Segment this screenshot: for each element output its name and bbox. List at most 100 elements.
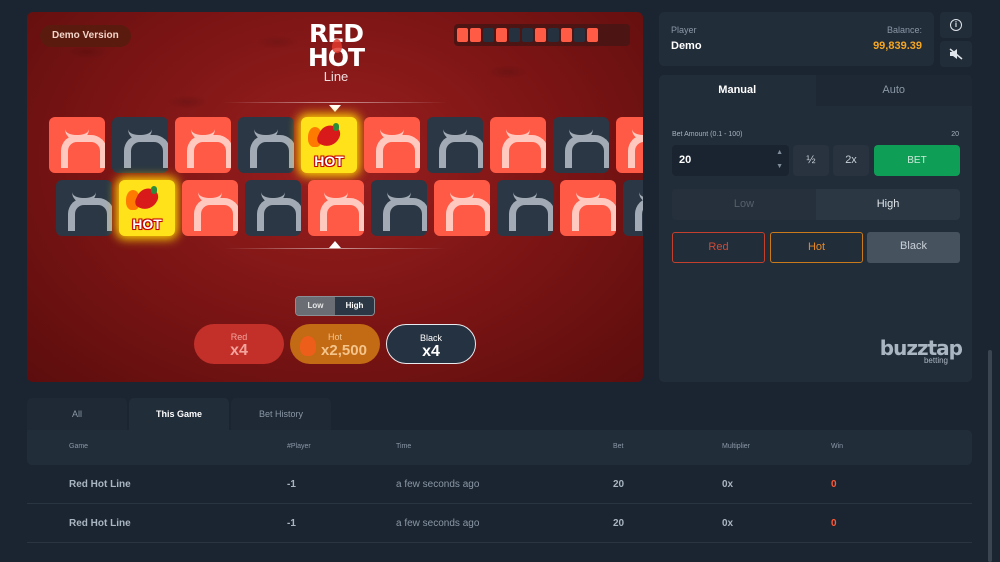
bet-red-multiplier: x4 — [230, 342, 248, 359]
reel-tile-black — [371, 180, 427, 236]
reel-row-1: HOT — [27, 117, 643, 173]
bet-black-name: Black — [419, 333, 442, 343]
reel-row-2: HOT — [27, 180, 643, 236]
table-row: Red Hot Line -1 a few seconds ago 20 0x … — [27, 504, 972, 543]
arch-symbol-icon — [61, 129, 105, 168]
history-cell-black — [509, 28, 520, 42]
bet-red-name: Red — [230, 332, 248, 342]
brand-main: buzztap — [879, 336, 963, 360]
table-header: Game #Player Time Bet Multiplier Win — [27, 430, 972, 465]
balance-label: Balance: — [886, 25, 922, 35]
low-high-selector: Low High — [672, 189, 960, 220]
arch-symbol-icon — [502, 129, 546, 168]
logo-line-3: Line — [323, 69, 349, 84]
reel-pointer-bottom-icon — [329, 241, 341, 248]
decrement-chevron-icon[interactable]: ▼ — [776, 163, 783, 170]
half-bet-button[interactable]: ½ — [793, 145, 829, 176]
col-time: Time — [396, 443, 412, 450]
hot-label: HOT — [132, 216, 162, 232]
reel-tile-black — [427, 117, 483, 173]
bet-button[interactable]: BET — [874, 145, 960, 176]
high-option[interactable]: High — [816, 189, 960, 220]
col-win: Win — [831, 443, 844, 450]
hot-label: HOT — [314, 153, 344, 169]
choice-red-button[interactable]: Red — [672, 232, 765, 263]
arch-symbol-icon — [250, 129, 294, 168]
history-cell-black — [522, 28, 533, 42]
bet-black-multiplier: x4 — [422, 343, 440, 360]
bet-max-value: 20 — [951, 131, 959, 138]
toggle-high[interactable]: High — [335, 297, 374, 315]
arch-symbol-icon — [257, 192, 301, 231]
history-cell-red — [535, 28, 546, 42]
reel-tile-black — [553, 117, 609, 173]
tab-bet-history[interactable]: Bet History — [231, 398, 331, 431]
reel-tile-black — [238, 117, 294, 173]
arch-symbol-icon — [68, 192, 112, 231]
game-board: Demo Version RED HOT Line HOT HOT Low Hi… — [27, 12, 643, 382]
page-scrollbar[interactable] — [988, 350, 992, 562]
reel-tile-red — [175, 117, 231, 173]
reel-tile-red — [364, 117, 420, 173]
logo-flame-icon — [332, 39, 342, 53]
arch-symbol-icon — [194, 192, 238, 231]
sound-off-icon — [949, 48, 963, 60]
reel-divider-top — [223, 102, 447, 103]
increment-chevron-icon[interactable]: ▲ — [776, 149, 783, 156]
low-option[interactable]: Low — [672, 189, 816, 220]
tab-all[interactable]: All — [27, 398, 127, 431]
bet-black-pill[interactable]: Black x4 — [386, 324, 476, 364]
reel-tile-black — [497, 180, 553, 236]
player-name: Demo — [671, 40, 702, 52]
reel-tile-red — [308, 180, 364, 236]
mute-button[interactable] — [940, 41, 972, 67]
balance-value: 99,839.39 — [873, 40, 922, 52]
reel-tile-hot: HOT — [301, 117, 357, 173]
game-logo: RED HOT Line — [301, 21, 371, 84]
history-table: Game #Player Time Bet Multiplier Win Red… — [27, 430, 972, 543]
history-cell-black — [483, 28, 494, 42]
bet-hot-pill[interactable]: Hot x2,500 — [290, 324, 380, 364]
brand-logo: buzztap betting — [867, 336, 963, 365]
col-multiplier: Multiplier — [722, 443, 751, 450]
demo-version-badge: Demo Version — [40, 25, 131, 47]
arch-symbol-icon — [376, 129, 420, 168]
chili-pepper-icon — [319, 123, 343, 149]
cell-bet: 20 — [613, 518, 625, 529]
reel-tile-black — [112, 117, 168, 173]
bet-red-pill[interactable]: Red x4 — [194, 324, 284, 364]
choice-hot-button[interactable]: Hot — [770, 232, 863, 263]
arch-symbol-icon — [635, 192, 643, 231]
reel-tile-red — [49, 117, 105, 173]
reel-divider-bottom — [223, 248, 447, 249]
arch-symbol-icon — [565, 129, 609, 168]
history-tabs: All This Game Bet History — [27, 398, 331, 431]
tab-auto[interactable]: Auto — [815, 75, 972, 106]
reel-tile-black — [245, 180, 301, 236]
cell-game: Red Hot Line — [69, 479, 131, 490]
info-icon: i — [950, 19, 962, 31]
history-cell-red — [457, 28, 468, 42]
tab-this-game[interactable]: This Game — [129, 398, 229, 431]
double-bet-button[interactable]: 2x — [833, 145, 869, 176]
toggle-low[interactable]: Low — [296, 297, 335, 315]
history-cell-red — [496, 28, 507, 42]
cell-win: 0 — [831, 518, 837, 529]
bet-panel: Manual Auto Bet Amount (0.1 - 100) 20 20… — [659, 75, 972, 382]
tab-manual[interactable]: Manual — [659, 75, 816, 106]
cell-player: -1 — [287, 479, 296, 490]
history-cell-red — [470, 28, 481, 42]
info-button[interactable]: i — [940, 12, 972, 38]
col-player: #Player — [287, 443, 311, 450]
low-high-toggle[interactable]: Low High — [295, 296, 375, 316]
player-card: Player Demo Balance: 99,839.39 — [659, 12, 934, 66]
arch-symbol-icon — [187, 129, 231, 168]
bet-amount-value: 20 — [679, 154, 692, 166]
cell-bet: 20 — [613, 479, 625, 490]
choice-black-button[interactable]: Black — [867, 232, 960, 263]
reel-tile-red — [560, 180, 616, 236]
bet-amount-input[interactable]: 20 ▲ ▼ — [672, 145, 789, 176]
history-cell-black — [574, 28, 585, 42]
arch-symbol-icon — [124, 129, 168, 168]
arch-symbol-icon — [439, 129, 483, 168]
